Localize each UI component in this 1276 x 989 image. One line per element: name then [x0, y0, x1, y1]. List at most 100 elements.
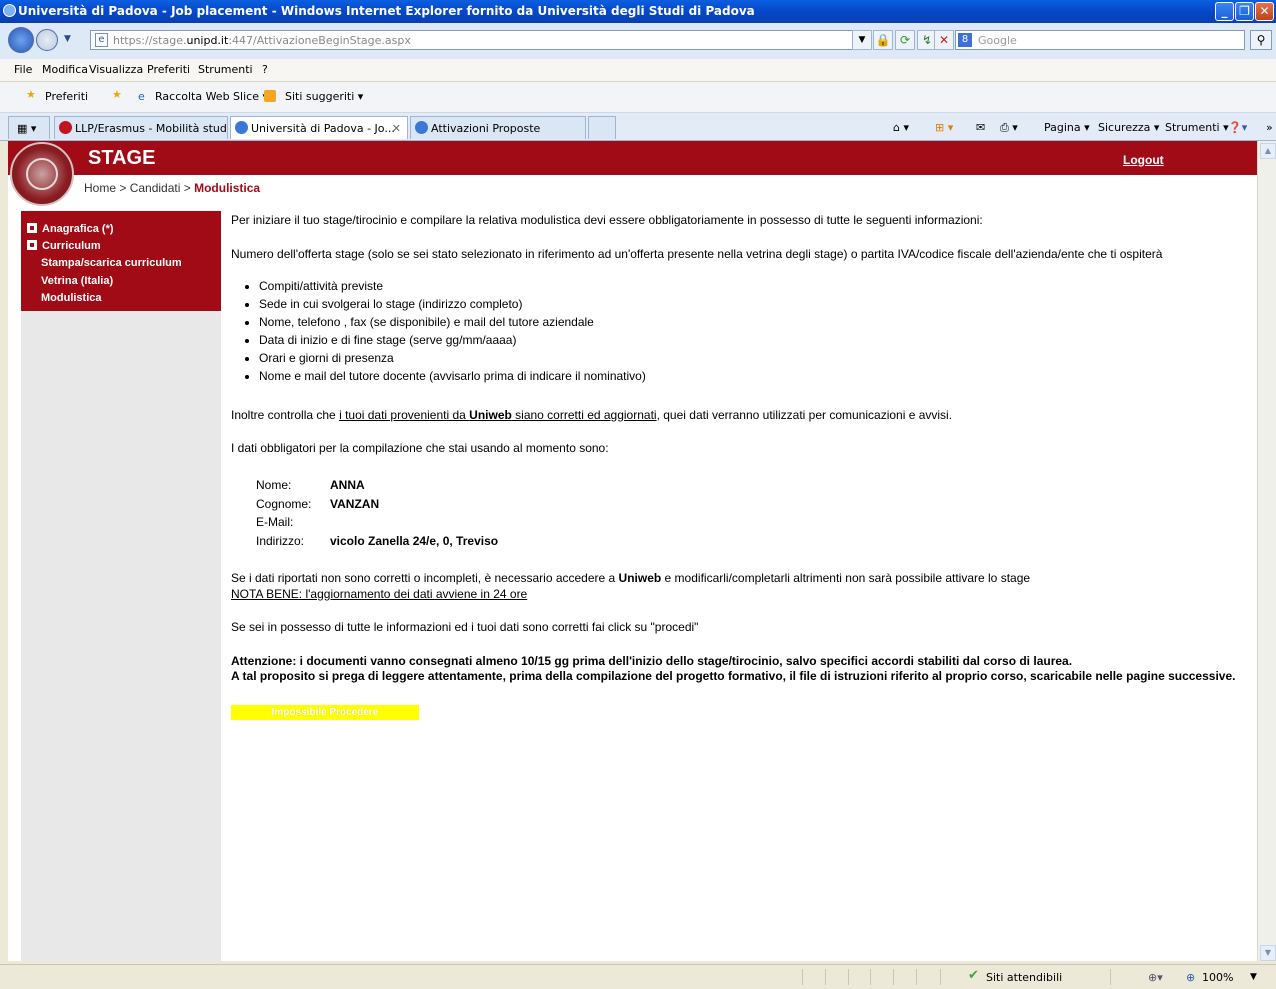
- menu-file[interactable]: File: [14, 63, 32, 76]
- email-label: E-Mail:: [256, 515, 294, 529]
- address-bar[interactable]: e https://stage.unipd.it:447/Attivazione…: [90, 30, 872, 50]
- search-button[interactable]: ⚲: [1250, 30, 1272, 50]
- warning-line-2: A tal proposito si prega di leggere atte…: [231, 669, 1236, 683]
- protected-mode-icon[interactable]: ⊕▾: [1148, 971, 1163, 984]
- intro-text: Per iniziare il tuo stage/tirocinio e co…: [231, 213, 983, 227]
- address-toolbar: ▼ e https://stage.unipd.it:447/Attivazio…: [0, 23, 1276, 60]
- list-item: Compiti/attività previste: [259, 277, 646, 295]
- menu-modifica[interactable]: Modifica: [42, 63, 88, 76]
- proceed-instruction: Se sei in possesso di tutte le informazi…: [231, 620, 699, 634]
- page-icon: e: [95, 33, 108, 47]
- menu-help[interactable]: ?: [262, 63, 268, 76]
- search-input[interactable]: 8 Google: [955, 30, 1245, 50]
- sidebar-background: [21, 311, 221, 961]
- suggested-sites[interactable]: Siti suggeriti ▾: [285, 90, 363, 103]
- security-zone: Siti attendibili: [986, 971, 1063, 984]
- uniweb-bold: Uniweb: [618, 571, 662, 585]
- add-favorite-icon[interactable]: ★: [112, 88, 122, 101]
- suggested-sites-icon: [264, 90, 276, 102]
- compatibility-icon[interactable]: ⟳: [895, 30, 915, 50]
- sidebar-menu: Anagrafica (*) Curriculum Stampa/scarica…: [21, 211, 221, 311]
- quick-tabs-button[interactable]: ▦ ▾: [8, 116, 50, 139]
- check-data-suffix: , quei dati verranno utilizzati per comu…: [656, 408, 953, 422]
- search-placeholder: Google: [978, 34, 1017, 47]
- tab-label: Università di Padova - Jo...: [251, 122, 395, 135]
- stop-icon[interactable]: ✕: [934, 30, 954, 50]
- safety-menu[interactable]: Sicurezza ▾: [1098, 121, 1159, 134]
- list-item: Data di inizio e di fine stage (serve gg…: [259, 331, 646, 349]
- page-menu[interactable]: Pagina ▾: [1044, 121, 1090, 134]
- back-button[interactable]: [8, 27, 34, 53]
- breadcrumb-candidati[interactable]: Candidati: [130, 181, 181, 195]
- breadcrumb: Home > Candidati > Modulistica: [84, 181, 260, 195]
- ie-favicon: [235, 121, 248, 134]
- link-text-bold: Uniweb: [469, 408, 512, 422]
- history-dropdown-icon[interactable]: ▼: [64, 34, 71, 44]
- favorites-button[interactable]: Preferiti: [45, 90, 88, 103]
- list-item: Nome, telefono , fax (se disponibile) e …: [259, 313, 646, 331]
- lock-icon[interactable]: 🔒: [873, 30, 893, 50]
- tools-menu[interactable]: Strumenti ▾: [1165, 121, 1229, 134]
- close-tab-icon[interactable]: ✕: [392, 122, 401, 135]
- url-prefix: https://stage.: [113, 34, 187, 47]
- status-divider: [893, 969, 894, 985]
- scroll-up-icon[interactable]: ▲: [1260, 143, 1276, 159]
- ie-logo-icon: [3, 4, 16, 17]
- url-path: :447/AttivazioneBeginStage.aspx: [228, 34, 411, 47]
- check-icon: [27, 223, 37, 233]
- list-item: Sede in cui svolgerai lo stage (indirizz…: [259, 295, 646, 313]
- tab-universita[interactable]: Università di Padova - Jo... ✕: [230, 116, 408, 139]
- tab-label: LLP/Erasmus - Mobilità stude...: [75, 122, 228, 135]
- address-dropdown-icon[interactable]: ▼: [852, 30, 872, 50]
- sidebar-item-anagrafica[interactable]: Anagrafica (*): [27, 222, 114, 235]
- status-divider: [825, 969, 826, 985]
- sidebar-item-vetrina[interactable]: Vetrina (Italia): [41, 275, 113, 287]
- trusted-check-icon: ✔: [968, 968, 979, 983]
- tab-row: ▦ ▾ LLP/Erasmus - Mobilità stude... Univ…: [0, 113, 1276, 141]
- list-item: Nome e mail del tutore docente (avvisarl…: [259, 367, 646, 385]
- forward-button[interactable]: [36, 29, 58, 51]
- link-text: i tuoi dati provenienti da: [339, 408, 470, 422]
- maximize-button[interactable]: ❐: [1235, 2, 1254, 21]
- menu-strumenti[interactable]: Strumenti: [198, 63, 253, 76]
- google-icon: 8: [958, 33, 972, 47]
- cannot-proceed-button[interactable]: Impossibile Procedere: [231, 705, 419, 720]
- web-slice-gallery[interactable]: Raccolta Web Slice ▾: [155, 90, 268, 103]
- sidebar-item-modulistica[interactable]: Modulistica: [41, 292, 102, 304]
- nota-bene-text: NOTA BENE: l'aggiornamento dei dati avvi…: [231, 587, 528, 601]
- help-icon[interactable]: ❓▾: [1228, 121, 1247, 134]
- status-divider: [802, 969, 803, 985]
- sidebar-item-curriculum[interactable]: Curriculum: [27, 239, 101, 252]
- nome-label: Nome:: [256, 478, 292, 492]
- zoom-level[interactable]: 100%: [1202, 971, 1233, 984]
- menu-visualizza[interactable]: Visualizza: [89, 63, 143, 76]
- chevron-more-icon[interactable]: »: [1266, 121, 1273, 134]
- nota-bene-link[interactable]: NOTA BENE: l'aggiornamento dei dati avvi…: [231, 587, 527, 601]
- print-icon[interactable]: ⎙ ▾: [1000, 121, 1018, 135]
- tab-attivazioni[interactable]: Attivazioni Proposte: [410, 116, 586, 139]
- close-window-button[interactable]: ✕: [1255, 2, 1274, 21]
- feeds-icon[interactable]: ⊞ ▾: [935, 121, 953, 134]
- logout-link[interactable]: Logout: [1123, 153, 1164, 167]
- scroll-down-icon[interactable]: ▼: [1260, 945, 1276, 961]
- breadcrumb-home[interactable]: Home: [84, 181, 116, 195]
- vertical-scrollbar[interactable]: ▲ ▼: [1257, 141, 1276, 961]
- check-data-text: Inoltre controlla che i tuoi dati proven…: [231, 408, 952, 422]
- cognome-value: VANZAN: [330, 497, 380, 511]
- page-header: STAGE Logout: [8, 141, 1257, 175]
- erasmus-favicon: [59, 121, 72, 134]
- zoom-dropdown-icon[interactable]: ▼: [1250, 972, 1257, 982]
- requirements-list: Compiti/attività previste Sede in cui sv…: [231, 277, 646, 385]
- window-title: Università di Padova - Job placement - W…: [18, 4, 755, 18]
- new-tab-button[interactable]: [588, 116, 616, 139]
- status-divider: [870, 969, 871, 985]
- required-data-intro: I dati obbligatori per la compilazione c…: [231, 441, 609, 455]
- minimize-button[interactable]: _: [1215, 2, 1234, 21]
- sidebar-item-stampa[interactable]: Stampa/scarica curriculum: [41, 257, 182, 269]
- home-icon[interactable]: ⌂ ▾: [893, 121, 909, 134]
- uniweb-data-link[interactable]: i tuoi dati provenienti da Uniweb siano …: [339, 408, 657, 422]
- tab-erasmus[interactable]: LLP/Erasmus - Mobilità stude...: [54, 116, 228, 139]
- incorrect-data-text: Se i dati riportati non sono corretti o …: [231, 571, 1030, 585]
- mail-icon[interactable]: ✉: [976, 121, 985, 134]
- menu-preferiti[interactable]: Preferiti: [147, 63, 190, 76]
